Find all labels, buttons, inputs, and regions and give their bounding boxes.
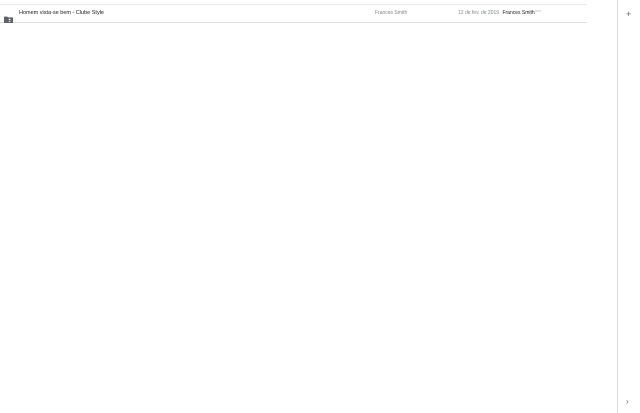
file-owner: Frances Smith bbox=[375, 10, 408, 16]
chevron-right-icon[interactable]: › bbox=[626, 397, 629, 406]
file-row[interactable]: Homem vista-se bem - Clube Style Frances… bbox=[0, 5, 587, 23]
plus-icon[interactable]: + bbox=[626, 10, 631, 19]
file-name[interactable]: Homem vista-se bem - Clube Style bbox=[19, 10, 104, 17]
shared-folder-icon bbox=[4, 10, 13, 23]
modified-date: 12 de fev. de 2019 bbox=[458, 10, 500, 16]
modified-by: Frances Smith bbox=[502, 10, 535, 16]
more-actions-icon[interactable]: ⋯ bbox=[535, 9, 541, 16]
side-panel: + › bbox=[617, 0, 640, 413]
file-list-area: Homem vista-se bem - Clube Style Frances… bbox=[0, 0, 587, 413]
file-last-modified: 12 de fev. de 2019 Frances Smith bbox=[458, 10, 535, 17]
